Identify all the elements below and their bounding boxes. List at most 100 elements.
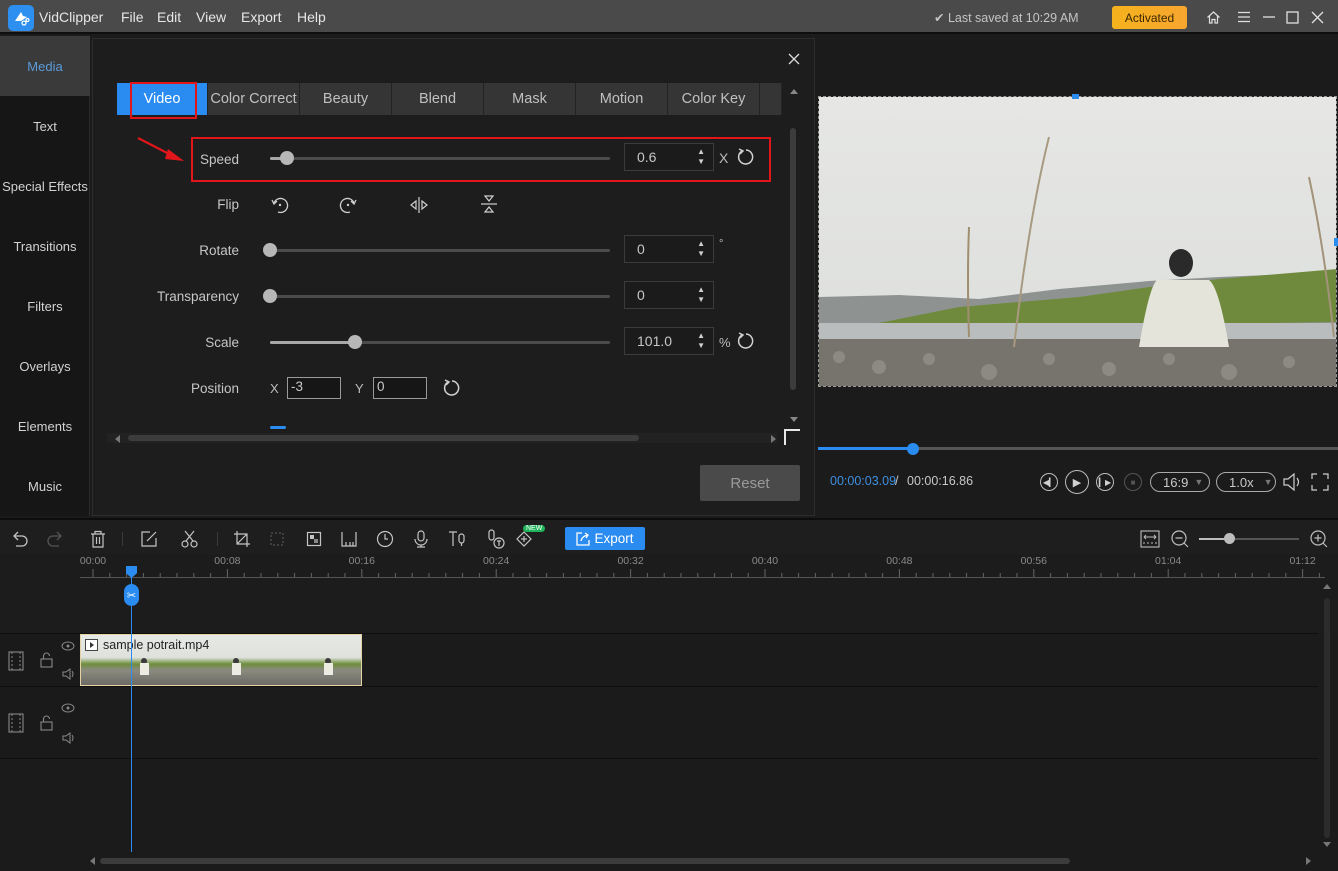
position-x-input[interactable]: -3 <box>287 377 341 399</box>
position-reset-icon[interactable] <box>442 378 462 398</box>
transparency-input[interactable]: 0 ▲ ▼ <box>624 281 714 309</box>
undo-icon[interactable] <box>10 529 30 549</box>
scale-reset-icon[interactable] <box>736 331 756 351</box>
menu-edit[interactable]: Edit <box>157 9 181 25</box>
audio-speaker-icon[interactable] <box>62 668 76 680</box>
sidebar-item-transitions[interactable]: Transitions <box>0 216 90 276</box>
aspect-ratio-dropdown[interactable]: 16:9 ▼ <box>1150 472 1210 492</box>
playback-speed-dropdown[interactable]: 1.0x ▼ <box>1216 472 1276 492</box>
lock-icon[interactable] <box>40 652 53 668</box>
text-to-speech-icon[interactable] <box>448 529 468 549</box>
microphone-icon[interactable] <box>411 529 431 549</box>
menu-file[interactable]: File <box>121 9 144 25</box>
speed-input[interactable]: 0.6 ▲ ▼ <box>624 143 714 171</box>
lock-icon[interactable] <box>40 715 53 731</box>
close-panel-icon[interactable] <box>787 52 801 66</box>
timeline-scroll-right-icon[interactable] <box>1306 857 1311 865</box>
speed-reset-icon[interactable] <box>736 147 756 167</box>
rotate-left-icon[interactable] <box>270 195 290 215</box>
sidebar-item-overlays[interactable]: Overlays <box>0 336 90 396</box>
freeze-frame-icon[interactable] <box>267 529 287 549</box>
clock-icon[interactable] <box>375 529 395 549</box>
tab-color-key[interactable]: Color Key <box>668 83 760 115</box>
tab-beauty[interactable]: Beauty <box>300 83 392 115</box>
rotate-right-icon[interactable] <box>338 195 358 215</box>
sidebar-item-text[interactable]: Text <box>0 96 90 156</box>
fullscreen-icon[interactable] <box>1310 472 1330 492</box>
tab-blend[interactable]: Blend <box>392 83 484 115</box>
transparency-slider[interactable] <box>270 295 610 298</box>
scroll-right-icon[interactable] <box>771 435 776 443</box>
menu-export[interactable]: Export <box>241 9 281 25</box>
sidebar-item-media[interactable]: Media <box>0 36 90 96</box>
horizontal-scrollbar[interactable] <box>128 435 639 441</box>
activated-badge[interactable]: Activated <box>1112 6 1187 29</box>
visibility-eye-icon[interactable] <box>61 703 75 713</box>
split-icon[interactable] <box>180 529 200 549</box>
crop-icon[interactable] <box>232 529 252 549</box>
transparency-spinner-icon[interactable]: ▲ ▼ <box>697 285 705 305</box>
scale-slider-thumb[interactable] <box>348 335 362 349</box>
sidebar-item-filters[interactable]: Filters <box>0 276 90 336</box>
playhead-line[interactable] <box>131 572 132 852</box>
scroll-up-icon[interactable] <box>790 89 798 94</box>
edit-icon[interactable] <box>139 529 159 549</box>
rotate-spinner-icon[interactable]: ▲ ▼ <box>697 239 705 259</box>
speed-slider-thumb[interactable] <box>280 151 294 165</box>
zoom-in-icon[interactable] <box>1309 529 1329 549</box>
timeline-scroll-down-icon[interactable] <box>1323 842 1331 847</box>
maximize-icon[interactable] <box>1282 7 1302 27</box>
minimize-icon[interactable] <box>1259 7 1279 27</box>
video-preview[interactable] <box>818 96 1337 387</box>
scale-input[interactable]: 101.0 ▲ ▼ <box>624 327 714 355</box>
fit-timeline-icon[interactable] <box>1140 529 1160 549</box>
rotate-input[interactable]: 0 ▲ ▼ <box>624 235 714 263</box>
resize-handle-right[interactable] <box>1334 238 1338 246</box>
timeline-ruler[interactable]: 00:00 00:08 00:16 00:24 00:32 00:40 00:48 00:56… <box>80 554 1325 578</box>
resize-corner-icon[interactable] <box>784 429 800 445</box>
stop-icon[interactable]: ■ <box>1124 473 1142 491</box>
scroll-down-icon[interactable] <box>790 417 798 422</box>
split-scissor-icon[interactable]: ✂ <box>124 584 139 606</box>
sidebar-item-elements[interactable]: Elements <box>0 396 90 456</box>
zoom-out-icon[interactable] <box>1170 529 1190 549</box>
export-button[interactable]: Export <box>565 527 645 550</box>
transparency-slider-thumb[interactable] <box>263 289 277 303</box>
flip-vertical-icon[interactable] <box>479 193 499 215</box>
sidebar-item-special-effects[interactable]: Special Effects <box>0 156 90 216</box>
video-clip[interactable]: sample potrait.mp4 <box>80 634 362 686</box>
sidebar-item-music[interactable]: Music <box>0 456 90 516</box>
scroll-left-icon[interactable] <box>115 435 120 443</box>
redo-icon[interactable] <box>45 529 65 549</box>
mosaic-icon[interactable] <box>304 529 324 549</box>
tab-mask[interactable]: Mask <box>484 83 576 115</box>
timeline-scroll-left-icon[interactable] <box>90 857 95 865</box>
timeline-scroll-up-icon[interactable] <box>1323 584 1331 589</box>
menu-help[interactable]: Help <box>297 9 326 25</box>
speed-spinner-icon[interactable]: ▲ ▼ <box>697 147 705 167</box>
menu-icon[interactable] <box>1234 7 1254 27</box>
vertical-scrollbar[interactable] <box>790 128 796 390</box>
reset-button[interactable]: Reset <box>700 465 800 501</box>
menu-view[interactable]: View <box>196 9 226 25</box>
tab-motion[interactable]: Motion <box>576 83 668 115</box>
scale-spinner-icon[interactable]: ▲ ▼ <box>697 331 705 351</box>
tab-overflow[interactable] <box>760 83 782 115</box>
flip-horizontal-icon[interactable] <box>408 195 430 215</box>
speed-slider[interactable] <box>270 157 610 160</box>
rotate-slider[interactable] <box>270 249 610 252</box>
timeline-vertical-scrollbar[interactable] <box>1324 598 1330 838</box>
play-icon[interactable]: ▶ <box>1065 470 1089 494</box>
next-frame-icon[interactable]: ▎▶ <box>1096 473 1114 491</box>
rotate-slider-thumb[interactable] <box>263 243 277 257</box>
duration-icon[interactable] <box>339 529 359 549</box>
timeline-horizontal-scrollbar[interactable] <box>100 858 1070 864</box>
home-icon[interactable] <box>1203 7 1223 27</box>
resize-handle-top[interactable] <box>1072 94 1079 99</box>
visibility-eye-icon[interactable] <box>61 641 75 651</box>
previous-frame-icon[interactable]: ◀▎ <box>1040 473 1058 491</box>
position-y-input[interactable]: 0 <box>373 377 427 399</box>
audio-speaker-icon[interactable] <box>62 732 76 744</box>
speech-to-text-icon[interactable] <box>486 529 506 549</box>
close-icon[interactable] <box>1307 7 1327 27</box>
